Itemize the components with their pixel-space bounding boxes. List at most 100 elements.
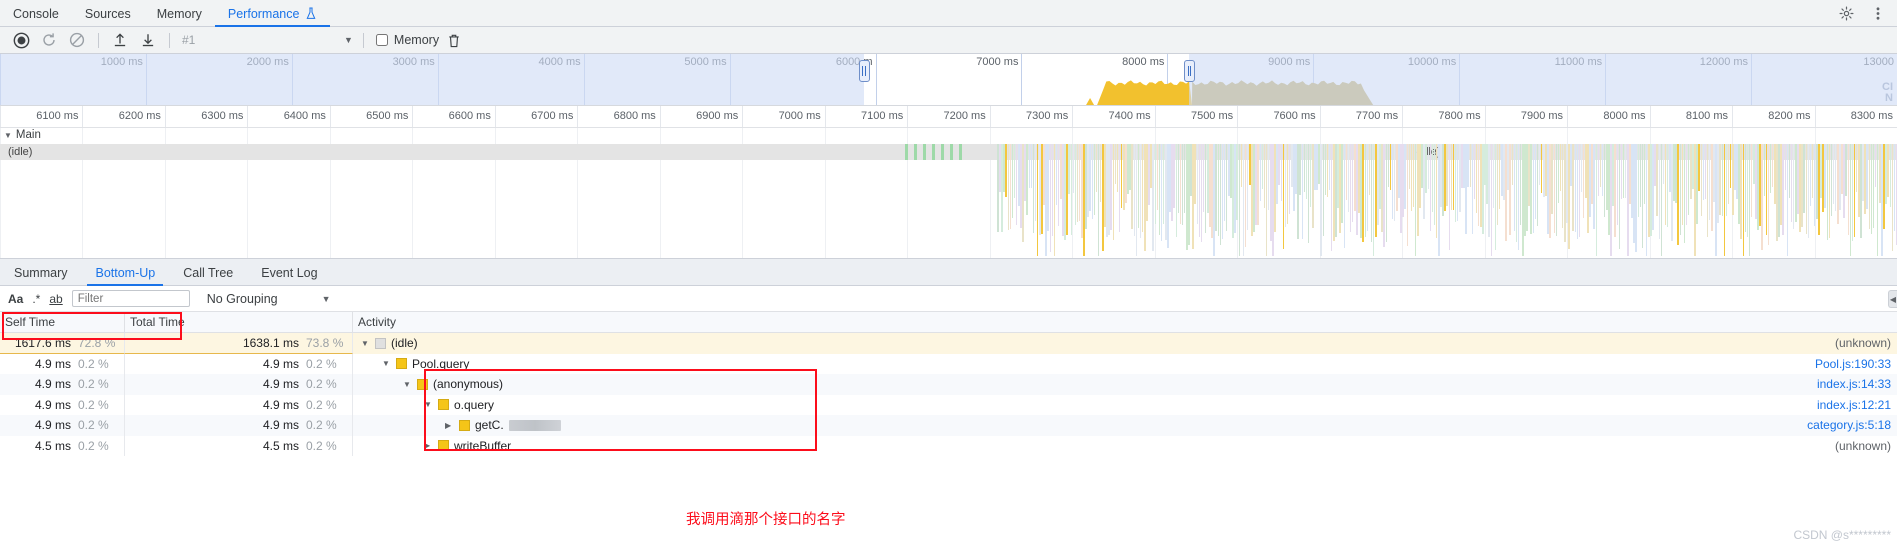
- sidebar-toggle-icon[interactable]: ◀: [1888, 290, 1897, 308]
- tab-summary[interactable]: Summary: [0, 259, 81, 286]
- activity-tree-node[interactable]: ▼ Pool.query: [382, 357, 469, 371]
- chevron-down-icon[interactable]: ▼: [4, 131, 12, 140]
- flame-event[interactable]: [905, 144, 908, 160]
- devtools-tab-bar: Console Sources Memory Performance: [0, 0, 1897, 27]
- save-profile-icon[interactable]: [135, 29, 161, 51]
- self-time-percent: 0.2 %: [78, 418, 109, 433]
- self-time-value: 4.9 ms: [34, 397, 71, 412]
- reload-record-icon[interactable]: [36, 29, 62, 51]
- activity-tree-node[interactable]: ▼ o.query: [424, 398, 494, 412]
- cell-total-time: 1638.1 ms 73.8 %: [125, 333, 353, 354]
- chevron-down-icon[interactable]: ▼: [403, 380, 412, 389]
- tab-sources[interactable]: Sources: [72, 0, 144, 27]
- more-options-icon[interactable]: [1867, 2, 1889, 24]
- activity-label: (idle): [391, 336, 418, 351]
- detail-ruler-tick-label: 6500 ms: [366, 110, 409, 122]
- flask-icon: [306, 7, 316, 19]
- activity-tree-node[interactable]: ▶ getC.: [445, 418, 561, 432]
- detail-ruler-tick: 6500 ms: [329, 106, 412, 127]
- cell-self-time: 1617.6 ms 72.8 %: [0, 333, 125, 354]
- flame-idle-block-left[interactable]: (idle): [0, 144, 960, 160]
- source-link[interactable]: category.js:5:18: [1807, 418, 1891, 432]
- memory-checkbox[interactable]: [375, 34, 388, 46]
- clear-icon[interactable]: [64, 29, 90, 51]
- activity-label: getC.: [475, 418, 504, 433]
- flame-event[interactable]: [914, 144, 917, 160]
- flame-event[interactable]: [941, 144, 944, 160]
- table-row[interactable]: 4.9 ms 0.2 % 4.9 ms 0.2 % ▼ Pool.query Pool.js…: [0, 353, 1897, 374]
- chevron-right-icon[interactable]: ▶: [445, 421, 454, 430]
- bottom-up-table[interactable]: Self Time Total Time Activity 1617.6 ms 7…: [0, 312, 1897, 558]
- settings-gear-icon[interactable]: [1835, 2, 1857, 24]
- detail-ruler-tick: 7200 ms: [907, 106, 989, 127]
- flame-event[interactable]: [932, 144, 935, 160]
- table-row[interactable]: 4.9 ms 0.2 % 4.9 ms 0.2 % ▼ (anonymous) index.…: [0, 374, 1897, 395]
- tab-memory[interactable]: Memory: [144, 0, 215, 27]
- detail-ruler-tick: 6400 ms: [247, 106, 329, 127]
- timeline-overview[interactable]: 1000 ms2000 ms3000 ms4000 ms5000 ms6000 …: [0, 54, 1897, 106]
- table-row[interactable]: 4.9 ms 0.2 % 4.9 ms 0.2 % ▶ getC. category.js:…: [0, 415, 1897, 436]
- table-header-row: Self Time Total Time Activity: [0, 312, 1897, 333]
- tab-bottom-up[interactable]: Bottom-Up: [81, 259, 169, 286]
- detail-ruler-tick-label: 7900 ms: [1520, 110, 1564, 122]
- overview-selection-handle-left[interactable]: [858, 60, 870, 82]
- column-header-activity[interactable]: Activity: [353, 312, 1897, 332]
- self-time-percent: 0.2 %: [78, 397, 109, 412]
- self-time-percent: 0.2 %: [78, 438, 109, 453]
- chevron-down-icon[interactable]: ▼: [344, 35, 353, 45]
- overview-cpu-marker: [1086, 98, 1095, 105]
- source-link[interactable]: index.js:12:21: [1817, 398, 1891, 412]
- activity-tree-node[interactable]: ▼ (idle): [361, 336, 418, 350]
- memory-checkbox-row[interactable]: Memory: [375, 33, 439, 47]
- flame-event[interactable]: [923, 144, 926, 160]
- total-time-percent: 0.2 %: [306, 438, 337, 453]
- column-header-self-time[interactable]: Self Time: [0, 312, 125, 332]
- tab-sources-label: Sources: [84, 6, 131, 21]
- column-header-total-time[interactable]: Total Time: [125, 312, 353, 332]
- grouping-select[interactable]: No Grouping ▼: [207, 292, 331, 306]
- source-link[interactable]: index.js:14:33: [1817, 377, 1891, 391]
- table-row[interactable]: 1617.6 ms 72.8 % 1638.1 ms 73.8 % ▼ (idle) (un…: [0, 333, 1897, 354]
- record-icon[interactable]: [8, 29, 34, 51]
- tab-bar-actions: [1835, 0, 1897, 26]
- activity-tree-node[interactable]: ▶ writeBuffer: [424, 439, 511, 453]
- tab-performance[interactable]: Performance: [214, 0, 331, 27]
- tab-console[interactable]: Console: [0, 0, 72, 27]
- activity-label: o.query: [454, 397, 495, 412]
- detail-ruler-tick-label: 7200 ms: [943, 110, 986, 122]
- table-row[interactable]: 4.5 ms 0.2 % 4.5 ms 0.2 % ▶ writeBuffer (unkno…: [0, 435, 1897, 457]
- chevron-down-icon[interactable]: ▼: [424, 400, 433, 409]
- regex-icon[interactable]: .*: [32, 292, 40, 306]
- cell-activity: ▼ o.query index.js:12:21: [353, 395, 1897, 416]
- tab-event-log[interactable]: Event Log: [247, 259, 331, 286]
- source-link[interactable]: Pool.js:190:33: [1815, 357, 1891, 371]
- cell-total-time: 4.9 ms 0.2 %: [125, 353, 353, 374]
- flame-event[interactable]: [959, 144, 962, 160]
- table-row[interactable]: 4.9 ms 0.2 % 4.9 ms 0.2 % ▼ o.query index.js:1…: [0, 394, 1897, 416]
- chevron-down-icon[interactable]: ▼: [361, 339, 370, 348]
- detail-ruler-tick-label: 7800 ms: [1438, 110, 1481, 122]
- activity-color-swatch: [396, 358, 407, 370]
- collect-garbage-icon[interactable]: [441, 29, 467, 51]
- tab-call-tree[interactable]: Call Tree: [169, 259, 247, 286]
- detail-ruler-tick-label: 8000 ms: [1603, 110, 1646, 122]
- flame-event[interactable]: [950, 144, 953, 160]
- activity-tree-node[interactable]: ▼ (anonymous): [403, 377, 503, 391]
- total-time-percent: 0.2 %: [306, 397, 337, 412]
- load-profile-icon[interactable]: [107, 29, 133, 51]
- match-case-icon[interactable]: Aa: [8, 292, 23, 306]
- flame-idle-label-left: (idle): [8, 146, 33, 158]
- flame-group-main[interactable]: ▼ Main: [0, 128, 1897, 142]
- cell-activity: ▶ writeBuffer (unknown): [353, 436, 1897, 457]
- cell-total-time: 4.9 ms 0.2 %: [125, 374, 353, 395]
- detail-ruler-tick: 7600 ms: [1237, 106, 1319, 127]
- chevron-down-icon[interactable]: ▼: [382, 359, 391, 368]
- chevron-right-icon[interactable]: ▶: [424, 441, 433, 450]
- overview-selection-handle-right[interactable]: [1184, 60, 1196, 82]
- overview-dim-left: [0, 54, 864, 105]
- filter-input[interactable]: [71, 290, 190, 307]
- whole-word-icon[interactable]: ab: [49, 292, 62, 306]
- flame-chart[interactable]: ▼ Main (idle) (idle): [0, 128, 1897, 258]
- activity-color-swatch: [417, 378, 428, 390]
- tab-call-tree-label: Call Tree: [183, 265, 234, 280]
